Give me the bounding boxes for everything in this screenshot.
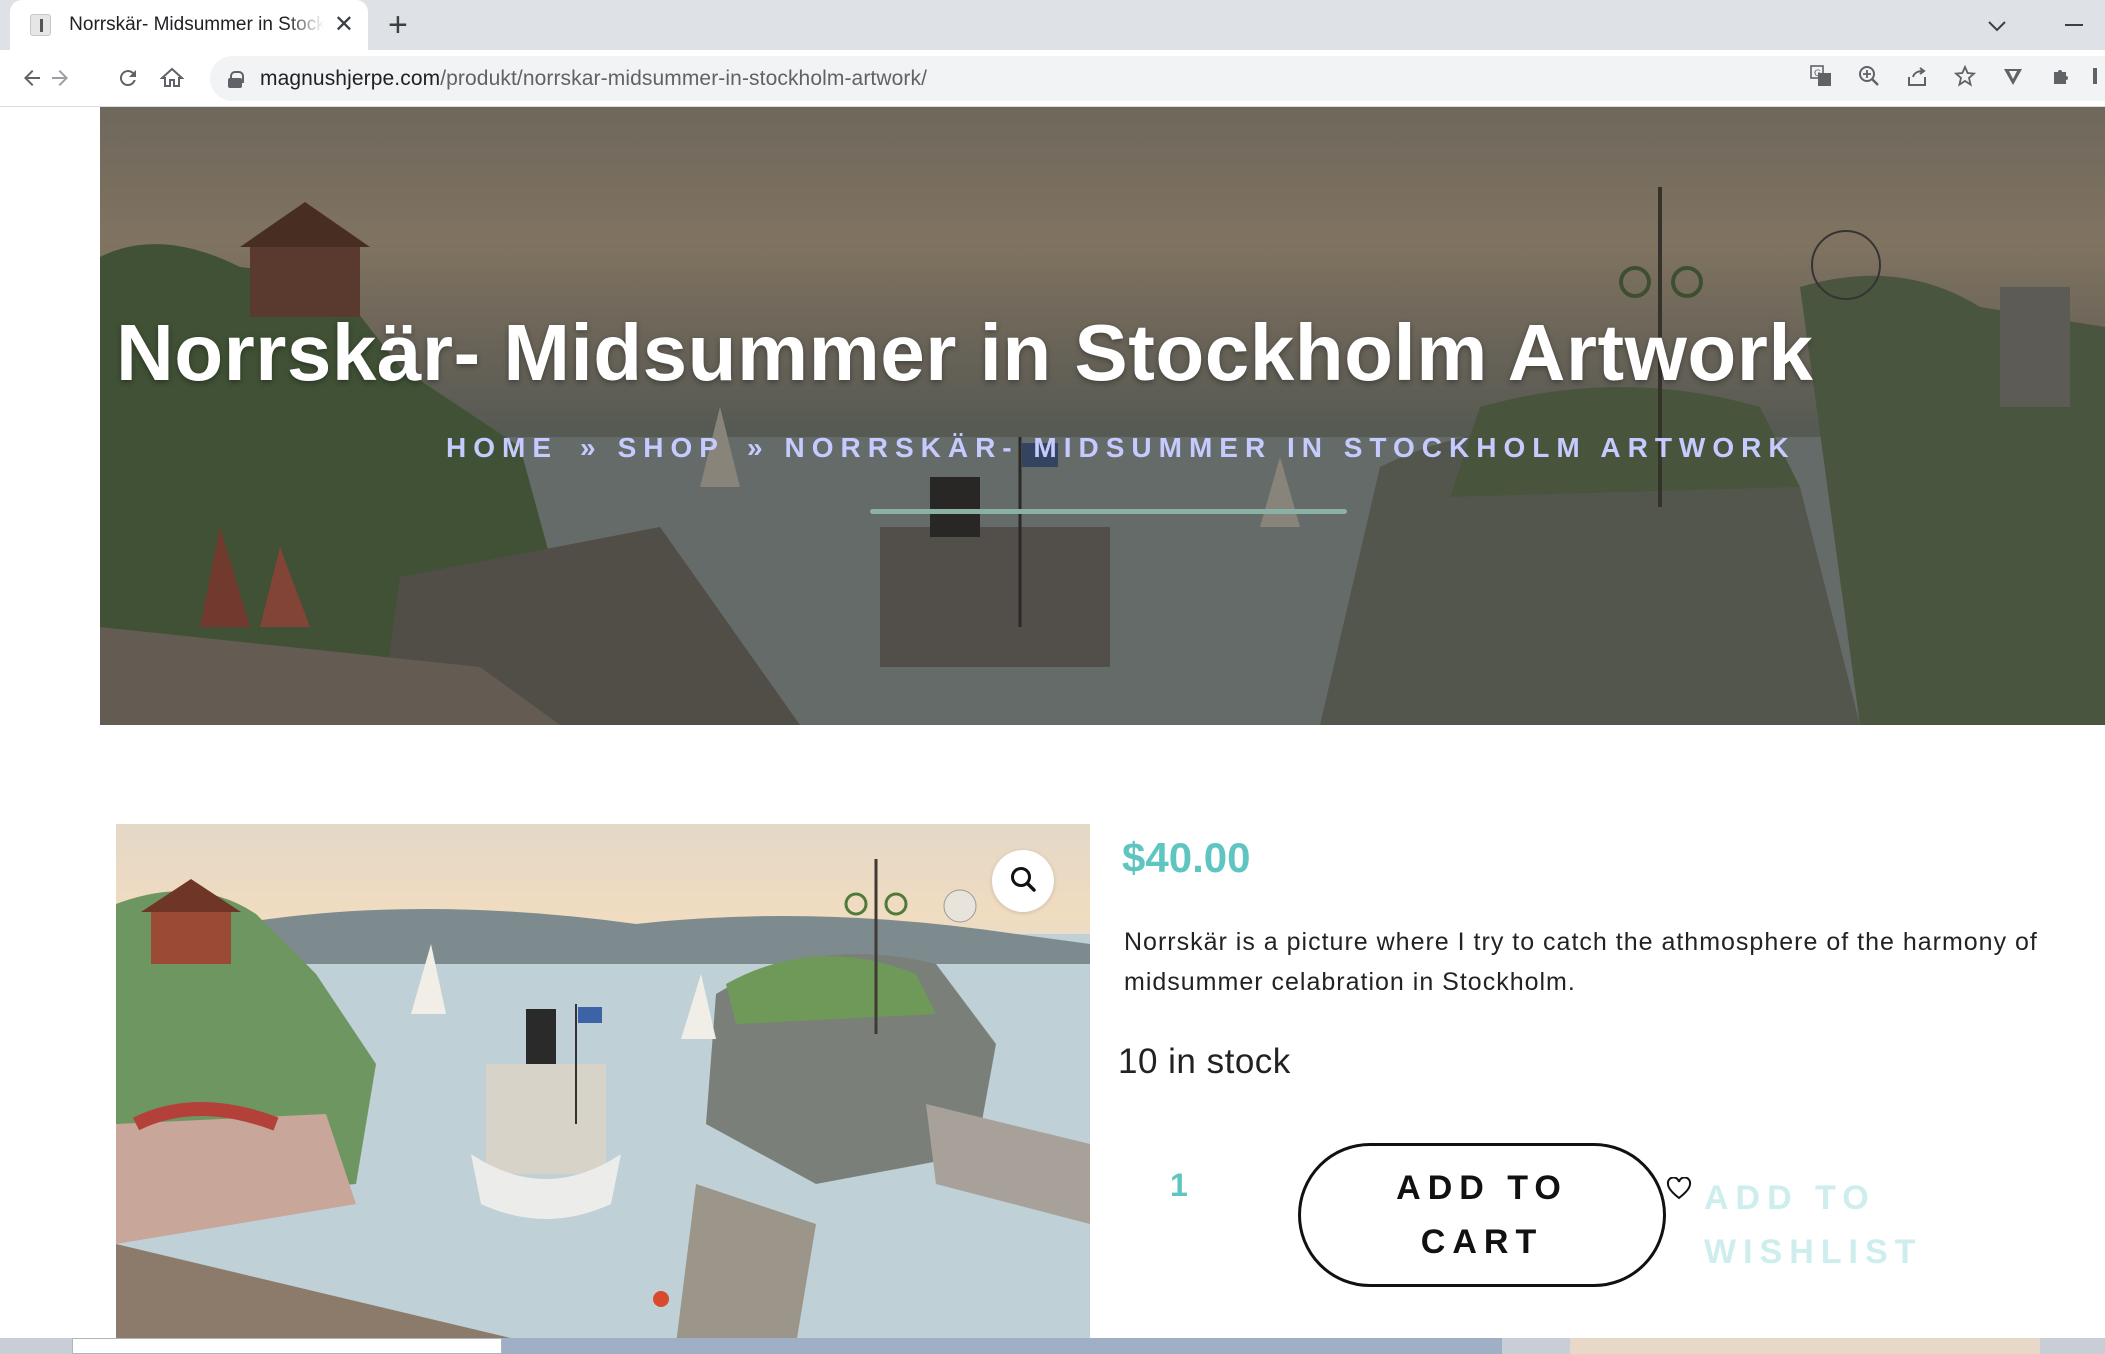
tab-search-chevron-icon[interactable] — [1987, 12, 2007, 38]
stock-status: 10 in stock — [1118, 1042, 1291, 1081]
tab-title: Norrskär- Midsummer in Stockholm Artwork — [69, 14, 324, 35]
new-tab-icon[interactable]: + — [388, 8, 408, 42]
translate-icon[interactable]: G — [1797, 64, 1845, 93]
heart-icon — [1666, 1176, 1692, 1206]
site-favicon-icon — [30, 14, 52, 36]
taskbar-apps — [502, 1338, 1502, 1354]
breadcrumb-current: NORRSKÄR- MIDSUMMER IN STOCKHOLM ARTWORK — [784, 432, 1796, 463]
tab-strip: Norrskär- Midsummer in Stockholm Artwork… — [0, 0, 2105, 50]
add-to-wishlist-label: ADD TO WISHLIST — [1704, 1179, 1923, 1271]
url-path: /produkt/norrskar-midsummer-in-stockholm… — [440, 66, 928, 90]
page-title: Norrskär- Midsummer in Stockholm Artwork — [116, 308, 1814, 397]
breadcrumb-separator: » — [746, 432, 763, 463]
address-bar[interactable]: magnushjerpe.com/produkt/norrskar-midsum… — [210, 56, 2105, 101]
add-to-cart-button[interactable]: ADD TO CART — [1298, 1143, 1666, 1287]
browser-tab[interactable]: Norrskär- Midsummer in Stockholm Artwork… — [10, 0, 368, 50]
product-artwork-image — [116, 859, 1090, 1338]
url-domain: magnushjerpe.com — [260, 66, 441, 90]
minimize-window-icon[interactable] — [2065, 24, 2083, 26]
browser-toolbar: magnushjerpe.com/produkt/norrskar-midsum… — [0, 50, 2105, 107]
lock-icon[interactable] — [228, 70, 244, 88]
web-page: Norrskär- Midsummer in Stockholm Artwork… — [0, 107, 2105, 1338]
taskbar-widget — [1570, 1338, 2040, 1354]
puzzle-icon[interactable] — [2037, 65, 2085, 93]
quantity-input[interactable]: 1 — [1170, 1167, 1188, 1204]
reload-icon[interactable] — [110, 60, 146, 96]
window-controls — [1987, 0, 2105, 50]
product-price: $40.00 — [1122, 834, 1251, 881]
image-zoom-button[interactable] — [992, 850, 1054, 912]
zoom-icon[interactable] — [1845, 65, 1893, 93]
breadcrumb-shop-link[interactable]: SHOP — [618, 432, 725, 464]
star-icon[interactable] — [1941, 64, 1989, 93]
product-image[interactable] — [116, 824, 1090, 1338]
hero-banner: Norrskär- Midsummer in Stockholm Artwork… — [100, 107, 2105, 725]
hero-divider — [870, 509, 1347, 514]
magnifier-icon — [1009, 865, 1037, 898]
vivaldi-extension-icon[interactable] — [1989, 65, 2037, 93]
os-taskbar — [0, 1338, 2105, 1354]
hero-dark-overlay — [100, 107, 2105, 725]
svg-text:G: G — [1814, 69, 1821, 79]
home-icon[interactable] — [154, 60, 190, 96]
share-icon[interactable] — [1893, 65, 1941, 93]
product-description: Norrskär is a picture where I try to cat… — [1124, 928, 2038, 996]
forward-arrow-icon[interactable] — [42, 60, 78, 96]
taskbar-search-box[interactable] — [72, 1338, 502, 1354]
profile-edge-icon[interactable] — [2085, 65, 2105, 93]
breadcrumb: HOME » SHOP » NORRSKÄR- MIDSUMMER IN STO… — [446, 432, 1796, 464]
omnibox-actions: G — [1797, 56, 2105, 101]
breadcrumb-separator: » — [580, 432, 596, 463]
breadcrumb-home-link[interactable]: HOME — [446, 432, 558, 464]
add-to-wishlist-link[interactable]: ADD TO WISHLIST — [1666, 1171, 1954, 1279]
close-tab-icon[interactable]: ✕ — [334, 13, 354, 37]
url-text: magnushjerpe.com/produkt/norrskar-midsum… — [260, 67, 927, 91]
